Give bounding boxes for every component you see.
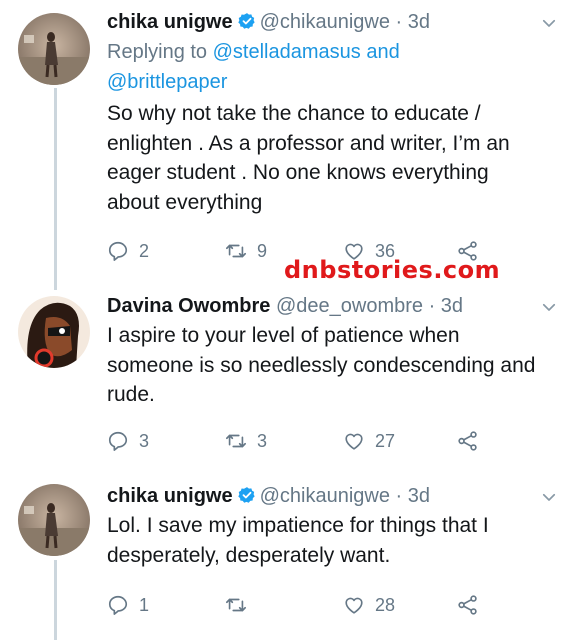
tweet-text: Lol. I save my impatience for things tha… — [107, 514, 489, 567]
thread-line — [54, 560, 57, 640]
verified-badge-icon — [238, 486, 256, 504]
timestamp[interactable]: · 3d — [396, 11, 430, 33]
thread-line — [54, 88, 57, 290]
retweet-count: 3 — [257, 430, 268, 451]
tweet-text: I aspire to your level of patience when … — [107, 324, 536, 406]
replying-to: Replying to @stelladamasus and @brittlep… — [107, 37, 547, 97]
tweet-header: Davina Owombre @dee_owombre · 3d — [107, 294, 463, 318]
reply-count: 2 — [139, 240, 150, 261]
avatar-davina-owombre[interactable] — [18, 296, 90, 368]
tweet-3[interactable]: chika unigwe @chikaunigwe · 3d Lol. I sav… — [0, 470, 574, 640]
tweet-text: So why not take the chance to educate / … — [107, 102, 510, 214]
mention-link[interactable]: @brittlepaper — [107, 67, 547, 97]
watermark: dnbstories.com — [284, 256, 501, 284]
retweet-button[interactable]: 9 — [225, 238, 267, 264]
chevron-down-icon[interactable] — [540, 298, 558, 316]
like-button[interactable]: 27 — [343, 428, 395, 454]
reply-icon — [107, 594, 129, 616]
display-name[interactable]: Davina Owombre — [107, 295, 270, 317]
timestamp[interactable]: · 3d — [396, 485, 430, 507]
reply-button[interactable]: 3 — [107, 428, 149, 454]
reply-icon — [107, 430, 129, 452]
retweet-button[interactable] — [225, 592, 257, 618]
username[interactable]: @chikaunigwe — [260, 485, 390, 507]
tweet-1[interactable]: chika unigwe @chikaunigwe · 3d Replying t… — [0, 0, 574, 290]
username[interactable]: @chikaunigwe — [260, 11, 390, 33]
reply-count: 3 — [139, 430, 150, 451]
tweet-header: chika unigwe @chikaunigwe · 3d — [107, 10, 430, 34]
tweet-actions: 3 3 27 — [107, 428, 507, 454]
tweet-2[interactable]: Davina Owombre @dee_owombre · 3d I aspir… — [0, 290, 574, 470]
retweet-icon — [225, 430, 247, 452]
reply-icon — [107, 240, 129, 262]
like-count: 27 — [375, 430, 396, 451]
share-button[interactable] — [457, 428, 479, 454]
share-icon — [457, 430, 479, 452]
mention-link[interactable]: @stelladamasus — [213, 41, 361, 63]
timestamp[interactable]: · 3d — [429, 295, 463, 317]
avatar-chika-unigwe[interactable] — [18, 13, 90, 85]
retweet-icon — [225, 594, 247, 616]
reply-button[interactable]: 1 — [107, 592, 149, 618]
retweet-button[interactable]: 3 — [225, 428, 267, 454]
like-icon — [343, 430, 365, 452]
display-name[interactable]: chika unigwe — [107, 485, 233, 507]
tweet-actions: 1 28 — [107, 592, 507, 618]
retweet-count: 9 — [257, 240, 268, 261]
reply-button[interactable]: 2 — [107, 238, 149, 264]
retweet-icon — [225, 240, 247, 262]
share-button[interactable] — [457, 592, 479, 618]
like-button[interactable]: 28 — [343, 592, 395, 618]
verified-badge-icon — [238, 12, 256, 30]
avatar-chika-unigwe[interactable] — [18, 484, 90, 556]
reply-count: 1 — [139, 594, 150, 615]
chevron-down-icon[interactable] — [540, 488, 558, 506]
chevron-down-icon[interactable] — [540, 14, 558, 32]
share-icon — [457, 594, 479, 616]
display-name[interactable]: chika unigwe — [107, 11, 233, 33]
username[interactable]: @dee_owombre — [276, 295, 423, 317]
like-count: 28 — [375, 594, 396, 615]
like-icon — [343, 594, 365, 616]
tweet-header: chika unigwe @chikaunigwe · 3d — [107, 484, 430, 508]
